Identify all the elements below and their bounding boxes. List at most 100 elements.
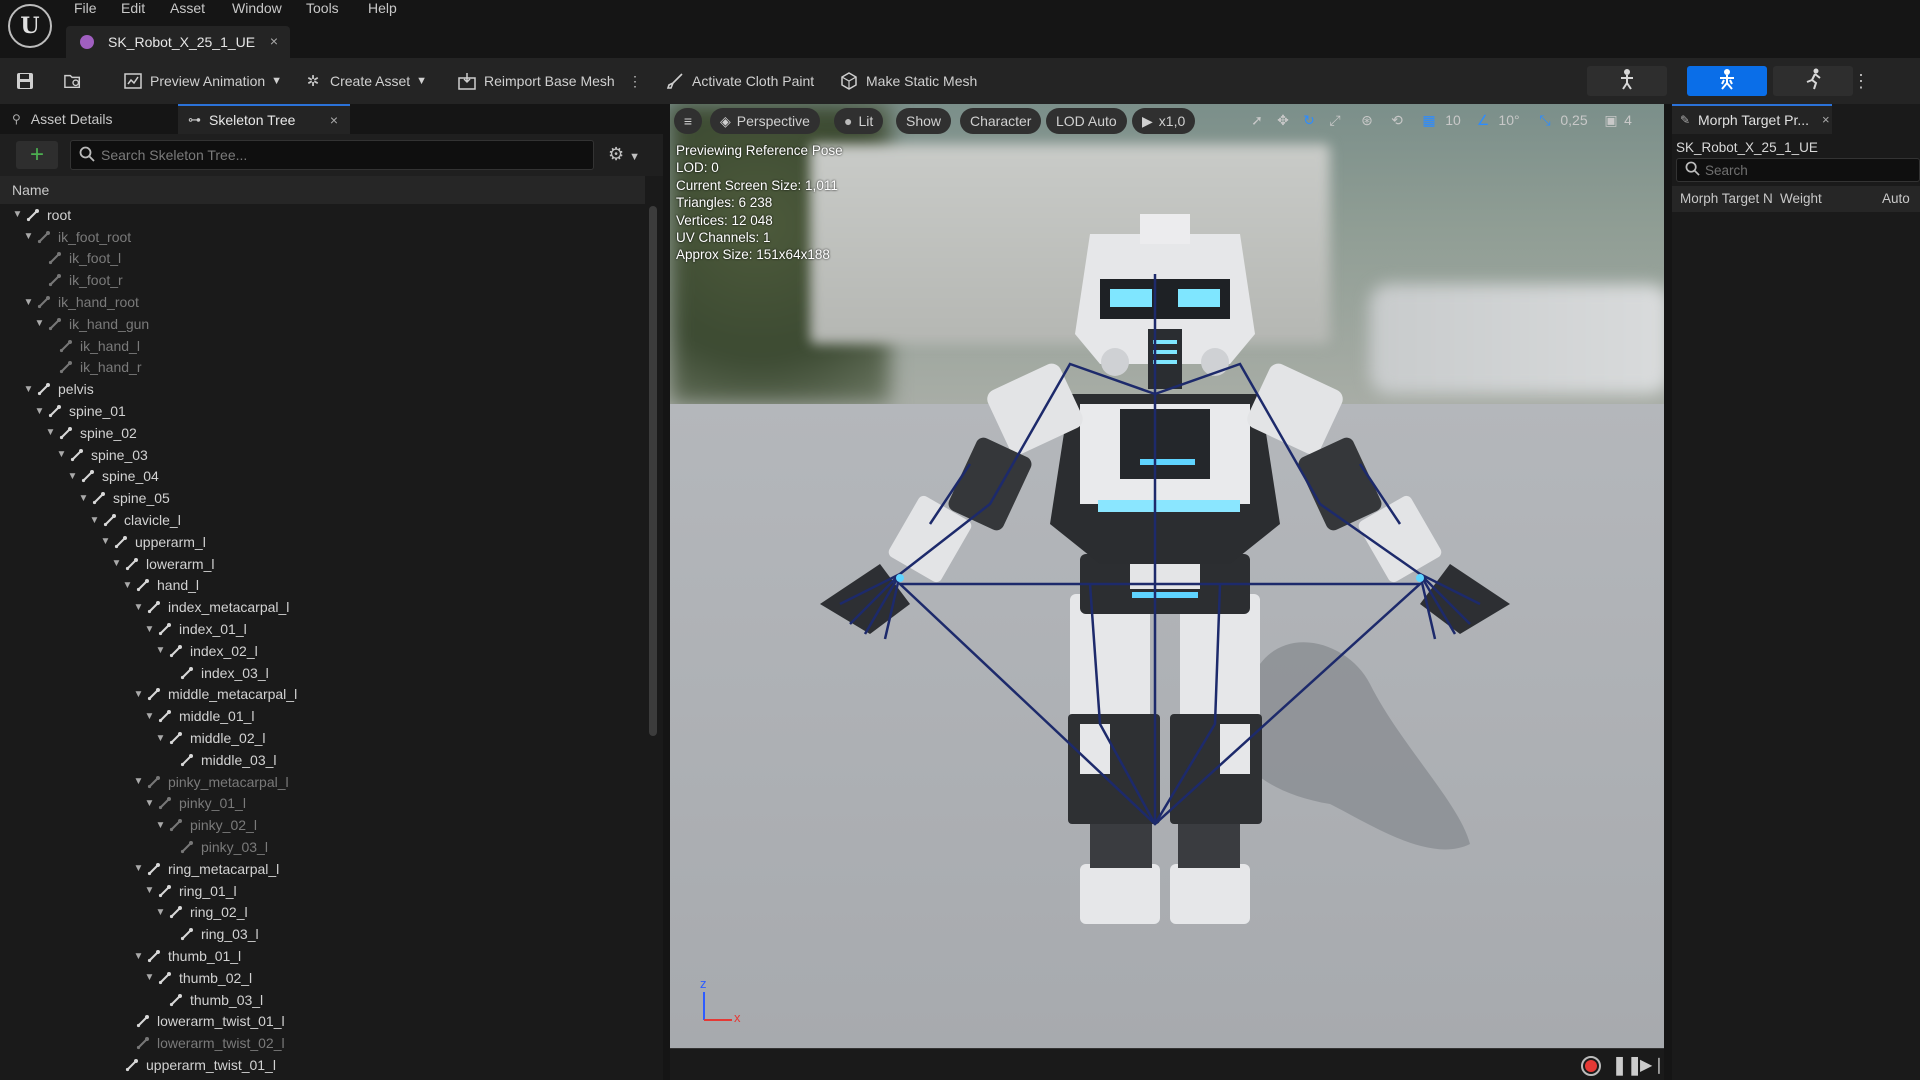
menu-asset[interactable]: Asset bbox=[170, 0, 205, 18]
bone-row[interactable]: pinky_03_l bbox=[0, 836, 645, 858]
expand-arrow-icon[interactable]: ▼ bbox=[133, 776, 144, 787]
activate-cloth-paint-button[interactable]: Activate Cloth Paint bbox=[666, 68, 814, 94]
bone-row[interactable]: ▼ pinky_02_l bbox=[0, 814, 645, 836]
add-socket-button[interactable]: + bbox=[16, 141, 58, 169]
bone-row[interactable]: ik_foot_l bbox=[0, 248, 645, 270]
bone-row[interactable]: index_03_l bbox=[0, 662, 645, 684]
expand-arrow-icon[interactable]: ▼ bbox=[133, 863, 144, 874]
save-button[interactable] bbox=[16, 68, 42, 94]
create-asset-button[interactable]: ✲ Create Asset ▼ bbox=[304, 68, 427, 94]
rotate-icon[interactable]: ↻ bbox=[1298, 112, 1320, 132]
tree-scrollbar[interactable] bbox=[649, 206, 657, 736]
bone-row[interactable]: ▼ ring_02_l bbox=[0, 902, 645, 924]
bone-row[interactable]: thumb_03_l bbox=[0, 989, 645, 1011]
tab-asset-details[interactable]: ⚲ Asset Details bbox=[0, 104, 176, 134]
record-icon[interactable] bbox=[1581, 1056, 1601, 1076]
bone-row[interactable]: ▼ index_02_l bbox=[0, 640, 645, 662]
expand-arrow-icon[interactable]: ▼ bbox=[133, 951, 144, 962]
skeleton-search-input[interactable]: Search Skeleton Tree... bbox=[70, 140, 594, 170]
step-forward-icon[interactable]: ▶❘ bbox=[1640, 1055, 1666, 1075]
bone-row[interactable]: ▼ clavicle_l bbox=[0, 509, 645, 531]
camera-speed-icon[interactable]: ▣ bbox=[1600, 112, 1622, 132]
bone-row[interactable]: ▼ thumb_02_l bbox=[0, 967, 645, 989]
camera-speed-value[interactable]: 4 bbox=[1620, 112, 1636, 132]
name-column-header[interactable]: Name bbox=[0, 176, 645, 204]
expand-arrow-icon[interactable]: ▼ bbox=[89, 515, 100, 526]
bone-row[interactable]: ▼ spine_05 bbox=[0, 487, 645, 509]
scale-snap-value[interactable]: 0,25 bbox=[1556, 112, 1592, 132]
bone-row[interactable]: ▼ ik_foot_root bbox=[0, 226, 645, 248]
scale-icon[interactable]: ⤢ bbox=[1324, 112, 1346, 132]
expand-arrow-icon[interactable]: ▼ bbox=[133, 689, 144, 700]
expand-arrow-icon[interactable]: ▼ bbox=[56, 449, 67, 460]
viewport-menu-button[interactable]: ≡ bbox=[674, 108, 702, 134]
menu-tools[interactable]: Tools bbox=[306, 0, 339, 18]
menu-window[interactable]: Window bbox=[232, 0, 282, 18]
bone-row[interactable]: ▼ spine_02 bbox=[0, 422, 645, 444]
preview-animation-button[interactable]: Preview Animation ▼ bbox=[124, 68, 282, 94]
bone-row[interactable]: ▼ middle_01_l bbox=[0, 705, 645, 727]
menu-file[interactable]: File bbox=[74, 0, 97, 18]
bone-row[interactable]: lowerarm_twist_01_l bbox=[0, 1011, 645, 1033]
grid-snap-icon[interactable]: ▦ bbox=[1418, 112, 1440, 132]
tab-skeleton-tree[interactable]: ⊶ Skeleton Tree × bbox=[178, 104, 350, 134]
expand-arrow-icon[interactable]: ▼ bbox=[34, 318, 45, 329]
morph-search-input[interactable]: Search bbox=[1676, 158, 1920, 182]
expand-arrow-icon[interactable]: ▼ bbox=[144, 798, 155, 809]
animation-mode-button[interactable] bbox=[1773, 66, 1853, 96]
bone-row[interactable]: ▼ ik_hand_root bbox=[0, 291, 645, 313]
auto-column[interactable]: Auto bbox=[1882, 191, 1910, 206]
bone-row[interactable]: ik_hand_r bbox=[0, 357, 645, 379]
coordinate-space-icon[interactable]: ⊛ bbox=[1356, 112, 1378, 132]
bone-row[interactable]: lowerarm_twist_02_l bbox=[0, 1032, 645, 1054]
bone-row[interactable]: upperarm_twist_01_l bbox=[0, 1054, 645, 1076]
skeleton-mode-button[interactable] bbox=[1587, 66, 1667, 96]
document-tab[interactable]: SK_Robot_X_25_1_UE × bbox=[66, 26, 290, 58]
bone-row[interactable]: ik_foot_r bbox=[0, 269, 645, 291]
character-button[interactable]: Character bbox=[960, 108, 1042, 134]
scale-snap-icon[interactable]: ⤡ bbox=[1534, 112, 1556, 132]
expand-arrow-icon[interactable]: ▼ bbox=[23, 297, 34, 308]
bone-row[interactable]: ▼ hand_l bbox=[0, 575, 645, 597]
bone-row[interactable]: ▼ spine_03 bbox=[0, 444, 645, 466]
expand-arrow-icon[interactable]: ▼ bbox=[122, 580, 133, 591]
bone-row[interactable]: ▼ ik_hand_gun bbox=[0, 313, 645, 335]
bone-row[interactable]: ▼ pinky_metacarpal_l bbox=[0, 771, 645, 793]
mesh-mode-button[interactable] bbox=[1687, 66, 1767, 96]
expand-arrow-icon[interactable]: ▼ bbox=[34, 406, 45, 417]
play-speed-button[interactable]: ▶ x1,0 bbox=[1132, 108, 1196, 134]
expand-arrow-icon[interactable]: ▼ bbox=[133, 602, 144, 613]
make-static-mesh-button[interactable]: Make Static Mesh bbox=[840, 68, 977, 94]
bone-row[interactable]: ▼ pelvis bbox=[0, 378, 645, 400]
reimport-base-mesh-button[interactable]: Reimport Base Mesh bbox=[458, 68, 615, 94]
more-modes-icon[interactable]: ⋮ bbox=[1852, 68, 1870, 94]
bone-row[interactable]: ▼ root bbox=[0, 204, 645, 226]
expand-arrow-icon[interactable]: ▼ bbox=[155, 820, 166, 831]
grid-snap-value[interactable]: 10 bbox=[1440, 112, 1466, 132]
menu-help[interactable]: Help bbox=[368, 0, 397, 18]
expand-arrow-icon[interactable]: ▼ bbox=[67, 471, 78, 482]
expand-arrow-icon[interactable]: ▼ bbox=[78, 493, 89, 504]
bone-row[interactable]: ▼ spine_04 bbox=[0, 466, 645, 488]
expand-arrow-icon[interactable]: ▼ bbox=[23, 231, 34, 242]
bone-row[interactable]: ▼ spine_01 bbox=[0, 400, 645, 422]
pause-icon[interactable]: ❚❚ bbox=[1612, 1055, 1642, 1076]
expand-arrow-icon[interactable]: ▼ bbox=[155, 645, 166, 656]
show-button[interactable]: Show bbox=[896, 108, 952, 134]
bone-row[interactable]: ▼ pinky_01_l bbox=[0, 793, 645, 815]
select-mode-icon[interactable]: ➚ bbox=[1246, 112, 1268, 132]
rotation-snap-icon[interactable]: ∠ bbox=[1472, 112, 1494, 132]
expand-arrow-icon[interactable]: ▼ bbox=[144, 972, 155, 983]
bone-row[interactable]: ▼ lowerarm_l bbox=[0, 553, 645, 575]
expand-arrow-icon[interactable]: ▼ bbox=[45, 427, 56, 438]
bone-row[interactable]: ▼ ring_metacarpal_l bbox=[0, 858, 645, 880]
bone-row[interactable]: ▼ index_metacarpal_l bbox=[0, 596, 645, 618]
bone-row[interactable]: ▼ ring_01_l bbox=[0, 880, 645, 902]
bone-row[interactable]: ▼ thumb_01_l bbox=[0, 945, 645, 967]
expand-arrow-icon[interactable]: ▼ bbox=[144, 885, 155, 896]
lod-button[interactable]: LOD Auto bbox=[1046, 108, 1127, 134]
surface-snap-icon[interactable]: ⟲ bbox=[1386, 112, 1408, 132]
lit-button[interactable]: ● Lit bbox=[834, 108, 884, 134]
weight-column[interactable]: Weight bbox=[1780, 191, 1822, 206]
tree-settings-button[interactable]: ⚙ ▼ bbox=[608, 144, 640, 165]
